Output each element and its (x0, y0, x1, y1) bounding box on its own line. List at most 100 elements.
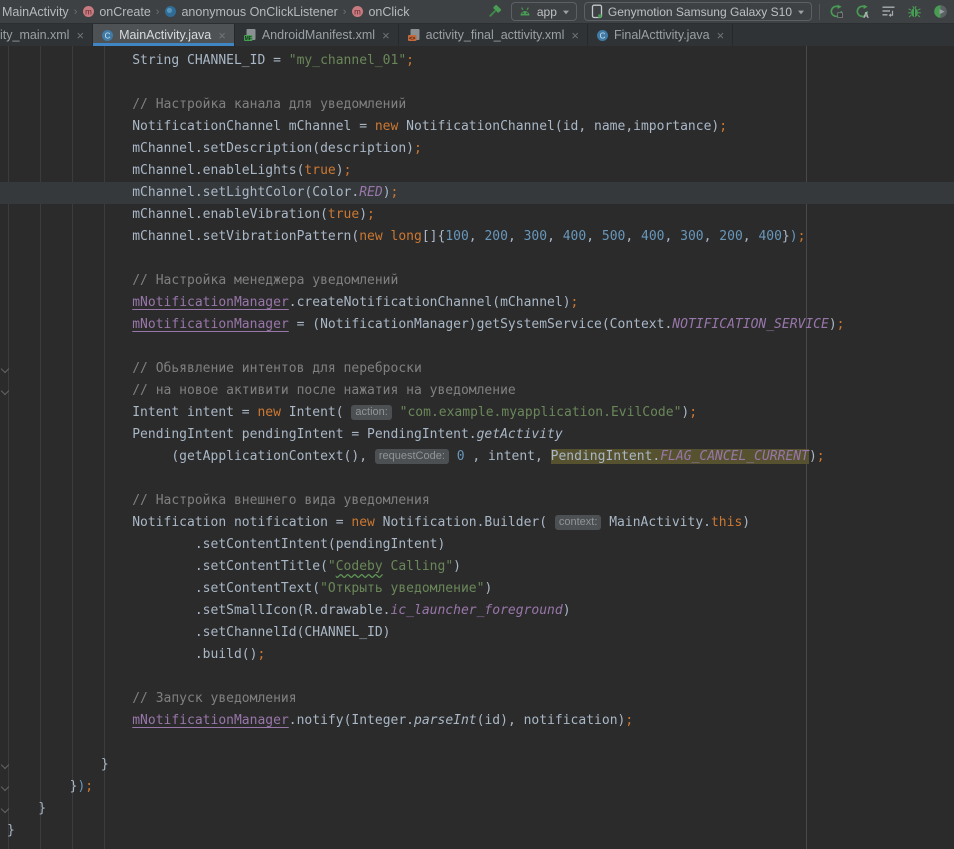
tab-label: AndroidManifest.xml (262, 28, 375, 42)
tab-label: ity_main.xml (0, 28, 69, 42)
code-line: PendingIntent pendingIntent = PendingInt… (0, 424, 954, 446)
phone-icon (591, 4, 603, 19)
svg-text:MF: MF (244, 36, 251, 42)
manifest-icon: MF (243, 28, 257, 42)
code-line: (getApplicationContext(), requestCode: 0… (0, 446, 954, 468)
close-icon[interactable]: × (76, 29, 84, 42)
xml-layout-icon: <> (407, 28, 421, 42)
code-line: mChannel.enableVibration(true); (0, 204, 954, 226)
android-icon (518, 5, 532, 18)
code-line (0, 248, 954, 270)
breadcrumb-label: MainActivity (2, 5, 69, 19)
debug-button[interactable] (905, 2, 924, 21)
tab-label: activity_final_acttivity.xml (426, 28, 565, 42)
breadcrumb-item-mainactivity[interactable]: MainActivity (2, 5, 69, 19)
tab-label: FinalActtivity.java (614, 28, 710, 42)
chevron-down-icon (562, 8, 570, 16)
code-line: } (0, 754, 954, 776)
breadcrumb-label: onClick (368, 5, 409, 19)
device-select[interactable]: Genymotion Samsung Galaxy S10 (584, 2, 812, 21)
device-label: Genymotion Samsung Galaxy S10 (608, 5, 792, 19)
tab-ity-main-xml[interactable]: ity_main.xml × (0, 24, 93, 46)
code-line: // Обьявление интентов для переброски (0, 358, 954, 380)
code-line (0, 666, 954, 688)
code-line: Notification notification = new Notifica… (0, 512, 954, 534)
breadcrumb: MainActivity › m onCreate › anonymous OnClick… (2, 5, 409, 19)
code-line: .build(); (0, 644, 954, 666)
fold-marker-icon[interactable] (1, 387, 9, 395)
toolbar-separator (819, 4, 820, 20)
code-line: mNotificationManager.notify(Integer.pars… (0, 710, 954, 732)
code-line: .setContentTitle("Codeby Calling") (0, 556, 954, 578)
code-line: .setContentText("Открыть уведомление") (0, 578, 954, 600)
svg-text:C: C (105, 31, 111, 40)
code-editor[interactable]: String CHANNEL_ID = "my_channel_01"; // … (0, 46, 954, 849)
main-toolbar: MainActivity › m onCreate › anonymous OnClick… (0, 0, 954, 24)
rerun-icon (829, 4, 844, 19)
run-configuration-select[interactable]: app (511, 2, 577, 21)
code-line: } (0, 798, 954, 820)
code-line: mNotificationManager = (NotificationMana… (0, 314, 954, 336)
profile-button[interactable] (931, 2, 950, 21)
build-hammer-icon[interactable] (485, 2, 504, 21)
rerun-button[interactable] (827, 2, 846, 21)
build-variants-button[interactable] (879, 2, 898, 21)
code-line-current: mChannel.setLightColor(Color.RED); (0, 182, 954, 204)
code-line: }); (0, 776, 954, 798)
breadcrumb-separator: › (343, 6, 347, 18)
code-line (0, 72, 954, 94)
class-icon: C (596, 29, 609, 42)
code-line: mChannel.setVibrationPattern(new long[]{… (0, 226, 954, 248)
code-line: .setContentIntent(pendingIntent) (0, 534, 954, 556)
svg-text:m: m (86, 7, 93, 16)
code-line: Intent intent = new Intent( action: "com… (0, 402, 954, 424)
profile-icon (933, 4, 948, 19)
fold-marker-icon[interactable] (1, 365, 9, 373)
breadcrumb-separator: › (156, 6, 160, 18)
fold-marker-icon[interactable] (1, 805, 9, 813)
breadcrumb-item-onclick[interactable]: m onClick (351, 5, 409, 19)
code-line: mChannel.setDescription(description); (0, 138, 954, 160)
toolbar-right: app Genymotion Samsung Galaxy S10 A (485, 2, 952, 21)
editor-tab-bar: ity_main.xml × C MainActivity.java × MF Androi… (0, 24, 954, 46)
code-line: mNotificationManager.createNotificationC… (0, 292, 954, 314)
code-line: // Запуск уведомления (0, 688, 954, 710)
tab-finalacttivity-java[interactable]: C FinalActtivity.java × (588, 24, 733, 46)
breadcrumb-label: anonymous OnClickListener (181, 5, 337, 19)
tab-label: MainActivity.java (119, 28, 211, 42)
debug-icon (907, 4, 922, 19)
code-line (0, 468, 954, 490)
close-icon[interactable]: × (218, 29, 226, 42)
code-line: // Настройка внешнего вида уведомления (0, 490, 954, 512)
breadcrumb-item-oncreate[interactable]: m onCreate (82, 5, 150, 19)
code-line: mChannel.enableLights(true); (0, 160, 954, 182)
close-icon[interactable]: × (717, 29, 725, 42)
anonymous-class-icon (164, 5, 177, 18)
breadcrumb-item-anonymous-onclicklistener[interactable]: anonymous OnClickListener (164, 5, 337, 19)
run-configuration-label: app (537, 5, 557, 19)
fold-marker-icon[interactable] (1, 761, 9, 769)
method-icon: m (351, 5, 364, 18)
close-icon[interactable]: × (382, 29, 390, 42)
apply-code-changes-icon: A (855, 4, 870, 19)
code-line: NotificationChannel mChannel = new Notif… (0, 116, 954, 138)
close-icon[interactable]: × (571, 29, 579, 42)
code-line: String CHANNEL_ID = "my_channel_01"; (0, 50, 954, 72)
hammer-icon (485, 3, 503, 21)
code-line: .setSmallIcon(R.drawable.ic_launcher_for… (0, 600, 954, 622)
tab-mainactivity-java[interactable]: C MainActivity.java × (93, 24, 235, 46)
build-variants-icon (881, 4, 896, 19)
svg-text:C: C (600, 31, 606, 40)
code-line: // Настройка менеджера уведомлений (0, 270, 954, 292)
code-line (0, 732, 954, 754)
breadcrumb-label: onCreate (99, 5, 150, 19)
tab-androidmanifest-xml[interactable]: MF AndroidManifest.xml × (235, 24, 399, 46)
class-icon: C (101, 29, 114, 42)
tab-activity-final-acttivity-xml[interactable]: <> activity_final_acttivity.xml × (399, 24, 588, 46)
breadcrumb-separator: › (74, 6, 78, 18)
apply-code-changes-button[interactable]: A (853, 2, 872, 21)
code-line: // Настройка канала для уведомлений (0, 94, 954, 116)
toolbar-actions: A (827, 2, 950, 21)
fold-marker-icon[interactable] (1, 783, 9, 791)
svg-text:A: A (863, 11, 869, 19)
